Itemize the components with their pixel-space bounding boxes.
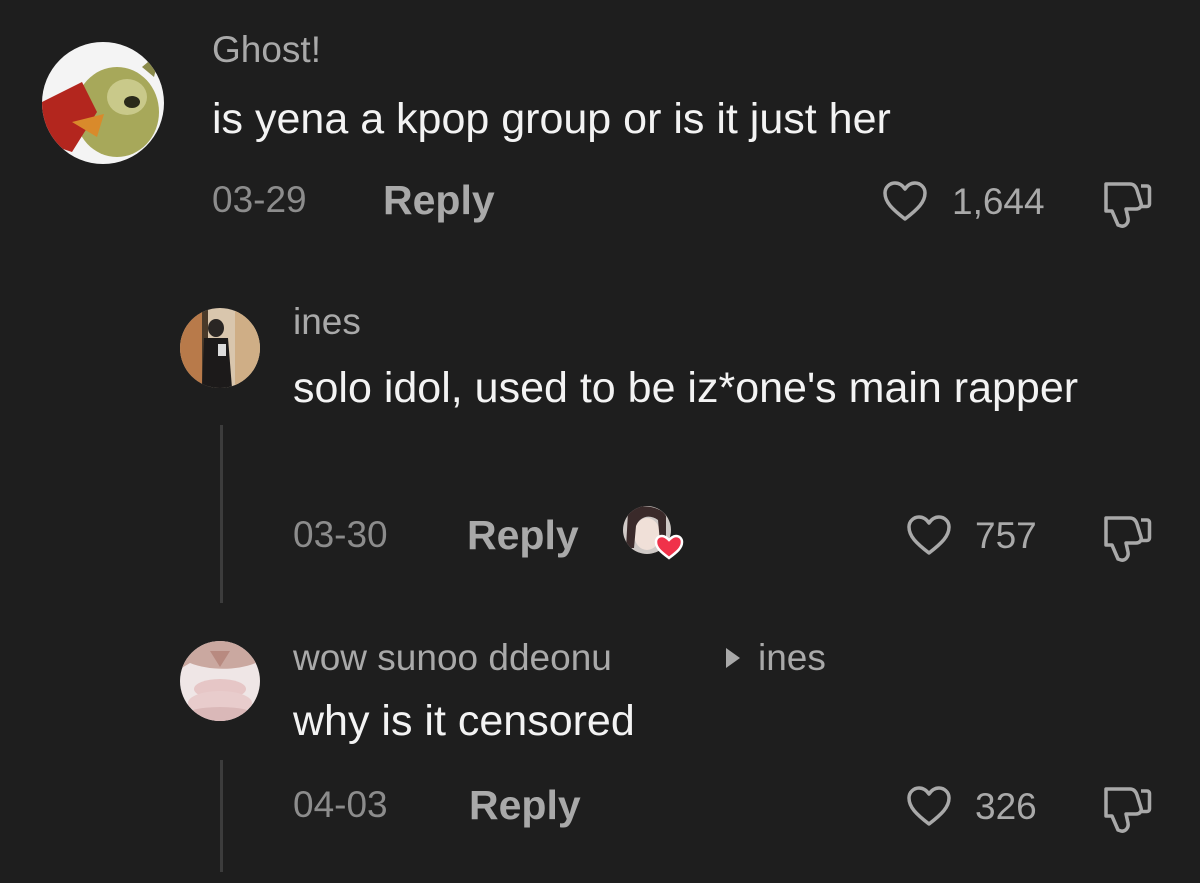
dislike-icon[interactable]	[1100, 512, 1154, 569]
reply-arrow-icon	[726, 648, 740, 668]
comment-text: solo idol, used to be iz*one's main rapp…	[293, 364, 1079, 412]
heart-icon[interactable]	[906, 514, 952, 561]
comment-text: why is it censored	[293, 697, 635, 745]
avatar[interactable]	[180, 641, 260, 721]
dislike-icon[interactable]	[1100, 178, 1154, 235]
heart-icon[interactable]	[906, 785, 952, 832]
reply-button[interactable]: Reply	[469, 783, 581, 827]
dislike-icon[interactable]	[1100, 783, 1154, 840]
thread-line	[220, 760, 223, 872]
like-count: 326	[975, 786, 1037, 827]
timestamp: 03-30	[293, 514, 388, 555]
username[interactable]: ines	[293, 300, 361, 344]
avatar[interactable]	[180, 308, 260, 388]
timestamp: 03-29	[212, 179, 307, 220]
like-count: 1,644	[952, 181, 1045, 222]
creator-heart-icon	[620, 502, 686, 562]
reply-button[interactable]: Reply	[467, 513, 579, 557]
comment-text: is yena a kpop group or is it just her	[212, 95, 891, 143]
timestamp: 04-03	[293, 784, 388, 825]
like-count: 757	[975, 515, 1037, 556]
reply-button[interactable]: Reply	[383, 178, 495, 222]
username[interactable]: Ghost!	[212, 28, 321, 72]
thread-line	[220, 425, 223, 603]
heart-icon[interactable]	[882, 180, 928, 227]
username[interactable]: wow sunoo ddeonu	[293, 636, 612, 680]
reply-to-username[interactable]: ines	[758, 636, 826, 680]
avatar[interactable]	[42, 42, 164, 164]
